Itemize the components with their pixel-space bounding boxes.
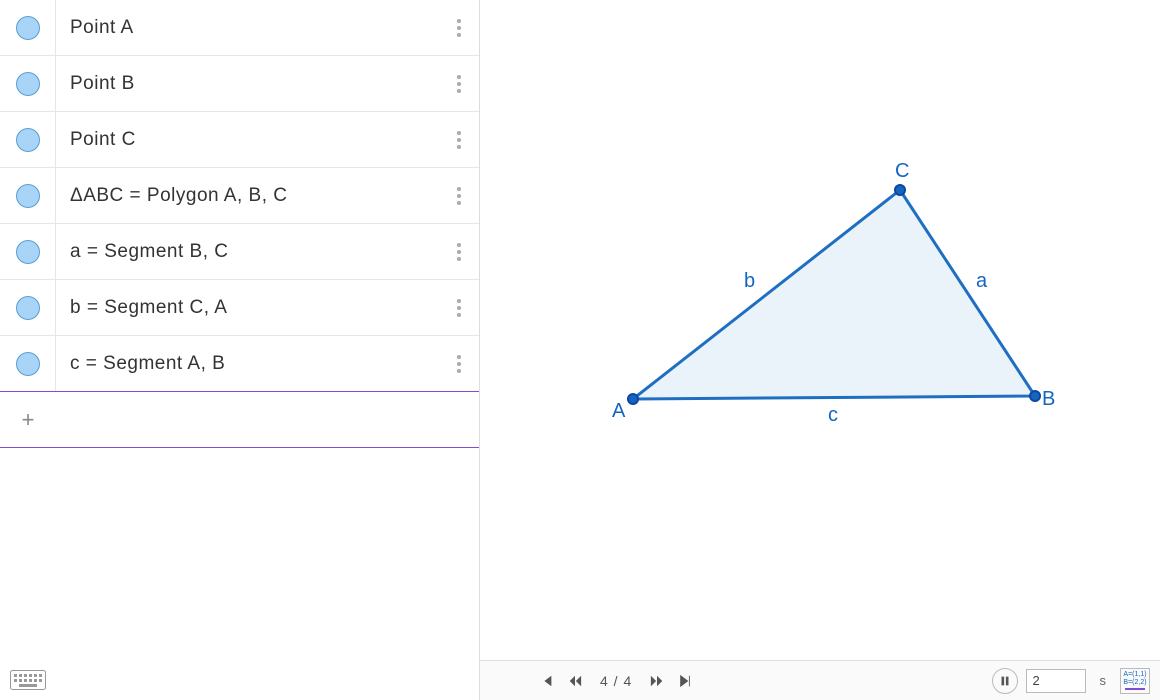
speed-input[interactable] [1026,669,1086,693]
more-vertical-icon [457,299,461,317]
nav-next-button[interactable] [650,674,664,688]
visibility-toggle-icon[interactable] [16,16,40,40]
visibility-toggle-icon[interactable] [16,72,40,96]
algebra-row[interactable]: b = Segment C, A [0,280,479,336]
visibility-toggle-icon[interactable] [16,240,40,264]
play-pause-button[interactable] [992,668,1018,694]
forward-icon [650,674,664,688]
protocol-button[interactable]: A=(1,1)B=(2,2) [1120,668,1150,694]
more-vertical-icon [457,187,461,205]
algebra-label: Point A [56,17,439,39]
visibility-toggle-icon[interactable] [16,184,40,208]
visibility-toggle-icon[interactable] [16,128,40,152]
row-menu-button[interactable] [439,131,479,149]
row-menu-button[interactable] [439,75,479,93]
edge-label-b: b [744,270,755,293]
row-menu-button[interactable] [439,187,479,205]
nav-first-button[interactable] [540,674,554,688]
point-b[interactable] [1029,390,1041,402]
algebra-label: Point B [56,73,439,95]
algebra-row[interactable]: a = Segment B, C [0,224,479,280]
virtual-keyboard-button[interactable] [10,670,46,690]
new-input-row[interactable]: + [0,392,479,448]
triangle-polygon[interactable] [480,0,1160,660]
navigation-bar: 4 / 4 s A=(1,1)B=(2,2) [480,660,1160,700]
algebra-row[interactable]: Point B [0,56,479,112]
pause-icon [998,674,1012,688]
point-c[interactable] [894,184,906,196]
visibility-toggle-icon[interactable] [16,352,40,376]
more-vertical-icon [457,243,461,261]
algebra-label: c = Segment A, B [56,353,439,375]
vertex-label-c: C [895,160,909,183]
step-counter: 4 / 4 [596,673,636,689]
keyboard-icon [10,670,46,690]
visibility-toggle-icon[interactable] [16,296,40,320]
algebra-label: Point C [56,129,439,151]
algebra-row[interactable]: Point C [0,112,479,168]
vertex-label-b: B [1042,388,1055,411]
more-vertical-icon [457,19,461,37]
row-menu-button[interactable] [439,299,479,317]
speed-unit: s [1094,673,1113,688]
nav-prev-button[interactable] [568,674,582,688]
algebra-row[interactable]: Point A [0,0,479,56]
edge-label-a: a [976,270,987,293]
edge-label-c: c [828,404,838,427]
rewind-icon [568,674,582,688]
more-vertical-icon [457,75,461,93]
skip-first-icon [540,674,554,688]
skip-last-icon [678,674,692,688]
more-vertical-icon [457,131,461,149]
plus-icon: + [0,392,56,447]
algebra-panel: Point A Point B Point C ΔABC = Polygon A… [0,0,480,700]
algebra-label: a = Segment B, C [56,241,439,263]
point-a[interactable] [627,393,639,405]
algebra-row[interactable]: c = Segment A, B [0,336,479,392]
row-menu-button[interactable] [439,19,479,37]
algebra-input[interactable] [56,392,479,447]
row-menu-button[interactable] [439,355,479,373]
algebra-label: b = Segment C, A [56,297,439,319]
graphics-view[interactable]: A B C a b c 4 / 4 [480,0,1160,700]
vertex-label-a: A [612,400,625,423]
row-menu-button[interactable] [439,243,479,261]
nav-last-button[interactable] [678,674,692,688]
algebra-label: ΔABC = Polygon A, B, C [56,185,439,207]
protocol-icon: A=(1,1)B=(2,2) [1123,671,1146,687]
more-vertical-icon [457,355,461,373]
algebra-row[interactable]: ΔABC = Polygon A, B, C [0,168,479,224]
